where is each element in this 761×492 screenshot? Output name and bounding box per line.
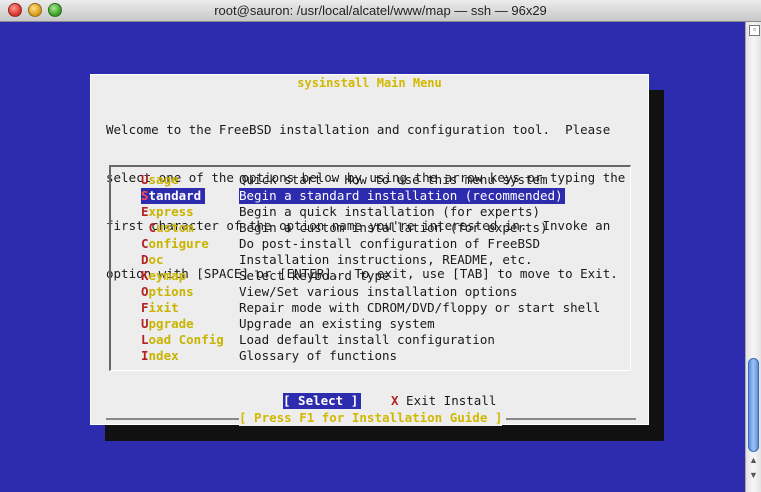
menu-item[interactable]: Upgrade Upgrade an existing system (111, 316, 631, 332)
menu-item[interactable]: Configure Do post-install configuration o… (111, 236, 631, 252)
menu-item-key-rest: ustom (156, 220, 194, 235)
select-button[interactable]: [ Select ] (283, 393, 361, 409)
menu-item-key: Keymap (141, 268, 205, 284)
installation-guide-hint: [ Press F1 for Installation Guide ] (239, 410, 503, 426)
menu-item-key: Custom (141, 220, 205, 236)
exit-hotkey: X (391, 393, 399, 408)
menu-item-description: View/Set various installation options (239, 284, 518, 299)
menu-item-key: Standard (141, 188, 205, 204)
menu-item-description: Do post-install configuration of FreeBSD (239, 236, 541, 251)
menu-item[interactable]: Usage Quick start - How to use this menu … (111, 172, 631, 188)
menu-item-hotkey: C (141, 220, 157, 235)
menu-item[interactable]: Custom Begin a custom installation (for e… (111, 220, 631, 236)
menu-item-description: Glossary of functions (239, 348, 398, 363)
menu-item-key-rest: pgrade (148, 316, 194, 331)
main-menu-dialog: sysinstall Main Menu Welcome to the Free… (90, 74, 649, 426)
scroll-up-arrow-icon[interactable]: ▲ (748, 455, 759, 466)
exit-install-button[interactable]: X Exit Install (391, 393, 496, 409)
menu-item-description: Quick start - How to use this menu syste… (239, 172, 548, 187)
menu-item-key-rest: tandard (148, 188, 202, 203)
menu-item[interactable]: Standard Begin a standard installation (r… (111, 188, 631, 204)
menu-item-hotkey: D (141, 252, 149, 267)
menu-item-hotkey: U (141, 316, 149, 331)
menu-item-key: Load Config (141, 332, 224, 348)
window-titlebar: root@sauron: /usr/local/alcatel/www/map … (0, 0, 761, 22)
vertical-scrollbar[interactable]: ▫ ▲ ▼ (745, 22, 761, 492)
window-title: root@sauron: /usr/local/alcatel/www/map … (214, 3, 547, 18)
dialog-title: sysinstall Main Menu (297, 76, 442, 90)
menu-item-hotkey: I (141, 348, 149, 363)
menu-item-key-rest: oad Config (148, 332, 224, 347)
menu-item-description: Begin a standard installation (recommend… (239, 188, 565, 204)
menu-item[interactable]: Keymap Select keyboard type (111, 268, 631, 284)
menu-item-key-rest: eymap (148, 268, 187, 283)
menu-item[interactable]: Fixit Repair mode with CDROM/DVD/floppy o… (111, 300, 631, 316)
menu-item-hotkey: K (141, 268, 149, 283)
menu-item-description: Load default install configuration (239, 332, 495, 347)
menu-item-hotkey: S (141, 188, 149, 203)
menu-item-key: Fixit (141, 300, 205, 316)
menu-item-description: Begin a custom installation (for experts… (239, 220, 548, 235)
menu-item-key: Usage (141, 172, 205, 188)
menu-item-hotkey: L (141, 332, 149, 347)
menu-list[interactable]: Usage Quick start - How to use this menu … (109, 165, 631, 371)
menu-item-key: Express (141, 204, 205, 220)
scroll-down-arrow-icon[interactable]: ▼ (748, 470, 759, 481)
menu-item[interactable]: Express Begin a quick installation (for e… (111, 204, 631, 220)
menu-item-key-rest: sage (148, 172, 179, 187)
menu-item-key: Options (141, 284, 205, 300)
menu-item-key: Index (141, 348, 205, 364)
menu-item-hotkey: O (141, 284, 149, 299)
menu-item-key-rest: ixit (148, 300, 179, 315)
menu-item-hotkey: F (141, 300, 149, 315)
menu-item-key-rest: ptions (148, 284, 194, 299)
menu-item[interactable]: Index Glossary of functions (111, 348, 631, 364)
menu-item-key-rest: onfigure (148, 236, 209, 251)
menu-item-hotkey: C (141, 236, 149, 251)
menu-item-description: Installation instructions, README, etc. (239, 252, 533, 267)
bottom-border-right (506, 418, 636, 420)
menu-item-key: Configure (141, 236, 209, 252)
menu-item-key: Upgrade (141, 316, 205, 332)
menu-item[interactable]: Load Config Load default install configur… (111, 332, 631, 348)
menu-item-hotkey: U (141, 172, 149, 187)
menu-item-key-rest: ndex (148, 348, 179, 363)
menu-item-hotkey: E (141, 204, 149, 219)
menu-item[interactable]: Options View/Set various installation opt… (111, 284, 631, 300)
menu-item-description: Repair mode with CDROM/DVD/floppy or sta… (239, 300, 601, 315)
bottom-border-left (106, 418, 239, 420)
menu-item-description: Select keyboard type (239, 268, 390, 283)
menu-item-key: Doc (141, 252, 205, 268)
menu-item-description: Begin a quick installation (for experts) (239, 204, 541, 219)
menu-item-key-rest: xpress (148, 204, 194, 219)
menu-item-description: Upgrade an existing system (239, 316, 435, 331)
resize-icon[interactable]: ▫ (749, 25, 760, 36)
exit-label: Exit Install (398, 393, 497, 408)
menu-item[interactable]: Doc Installation instructions, README, et… (111, 252, 631, 268)
scrollbar-thumb[interactable] (748, 358, 759, 452)
menu-item-key-rest: oc (148, 252, 164, 267)
intro-line: Welcome to the FreeBSD installation and … (106, 122, 611, 137)
